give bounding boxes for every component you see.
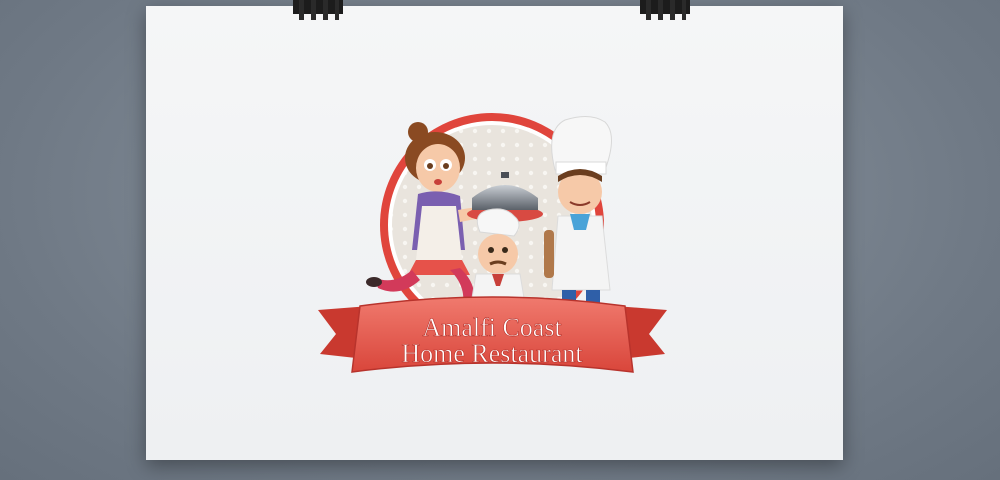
binder-clip-icon bbox=[293, 0, 343, 20]
logo-line2: Home Restaurant bbox=[401, 339, 583, 368]
binder-clip-icon bbox=[640, 0, 690, 20]
logo-line1: Amalfi Coast bbox=[422, 313, 562, 342]
restaurant-logo: Amalfi Coast Home Restaurant bbox=[300, 110, 685, 410]
